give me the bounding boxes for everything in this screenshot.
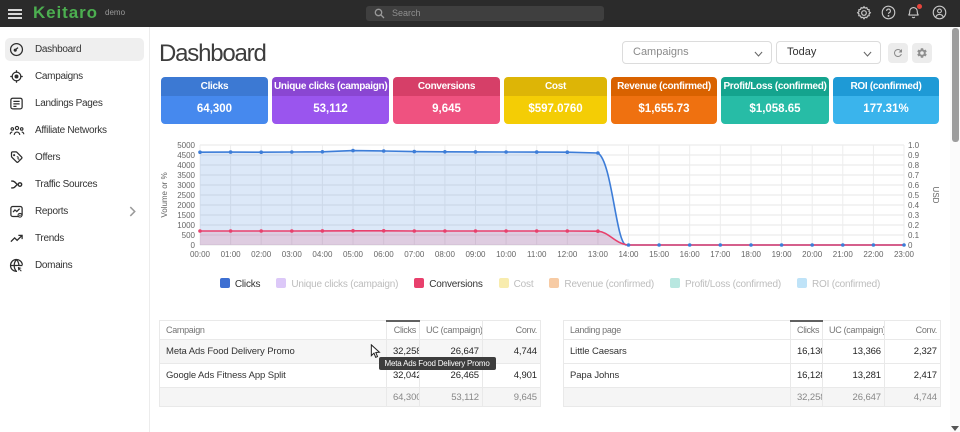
svg-text:19:00: 19:00	[772, 250, 793, 259]
svg-text:03:00: 03:00	[282, 250, 303, 259]
svg-text:4000: 4000	[177, 161, 195, 170]
svg-text:1.0: 1.0	[908, 141, 920, 150]
svg-text:09:00: 09:00	[465, 250, 486, 259]
svg-text:0: 0	[191, 241, 196, 250]
svg-text:10:00: 10:00	[496, 250, 517, 259]
svg-text:0.1: 0.1	[908, 231, 920, 240]
svg-text:01:00: 01:00	[221, 250, 242, 259]
svg-text:14:00: 14:00	[618, 250, 639, 259]
svg-text:USD: USD	[931, 187, 940, 204]
svg-text:07:00: 07:00	[404, 250, 425, 259]
svg-text:1000: 1000	[177, 221, 195, 230]
svg-text:500: 500	[182, 231, 196, 240]
svg-text:00:00: 00:00	[190, 250, 211, 259]
svg-text:0.8: 0.8	[908, 161, 920, 170]
svg-text:06:00: 06:00	[374, 250, 395, 259]
svg-text:0: 0	[908, 241, 913, 250]
svg-text:4500: 4500	[177, 151, 195, 160]
svg-text:04:00: 04:00	[312, 250, 333, 259]
svg-text:Volume or %: Volume or %	[160, 172, 169, 217]
svg-text:12:00: 12:00	[557, 250, 578, 259]
svg-text:05:00: 05:00	[343, 250, 364, 259]
svg-text:15:00: 15:00	[649, 250, 670, 259]
svg-text:0.3: 0.3	[908, 211, 920, 220]
svg-text:3000: 3000	[177, 181, 195, 190]
svg-text:02:00: 02:00	[251, 250, 272, 259]
svg-text:2500: 2500	[177, 191, 195, 200]
svg-text:0.4: 0.4	[908, 201, 920, 210]
svg-text:17:00: 17:00	[710, 250, 731, 259]
svg-text:08:00: 08:00	[435, 250, 456, 259]
svg-text:23:00: 23:00	[894, 250, 915, 259]
svg-text:0.7: 0.7	[908, 171, 920, 180]
svg-text:1500: 1500	[177, 211, 195, 220]
svg-text:0.9: 0.9	[908, 151, 920, 160]
svg-text:18:00: 18:00	[741, 250, 762, 259]
svg-text:5000: 5000	[177, 141, 195, 150]
svg-text:0.5: 0.5	[908, 191, 920, 200]
svg-text:2000: 2000	[177, 201, 195, 210]
svg-text:13:00: 13:00	[588, 250, 609, 259]
svg-text:0.6: 0.6	[908, 181, 920, 190]
svg-text:0.2: 0.2	[908, 221, 920, 230]
svg-text:16:00: 16:00	[680, 250, 701, 259]
svg-text:11:00: 11:00	[527, 250, 547, 259]
svg-text:3500: 3500	[177, 171, 195, 180]
svg-text:21:00: 21:00	[833, 250, 854, 259]
svg-text:22:00: 22:00	[863, 250, 884, 259]
svg-text:20:00: 20:00	[802, 250, 823, 259]
